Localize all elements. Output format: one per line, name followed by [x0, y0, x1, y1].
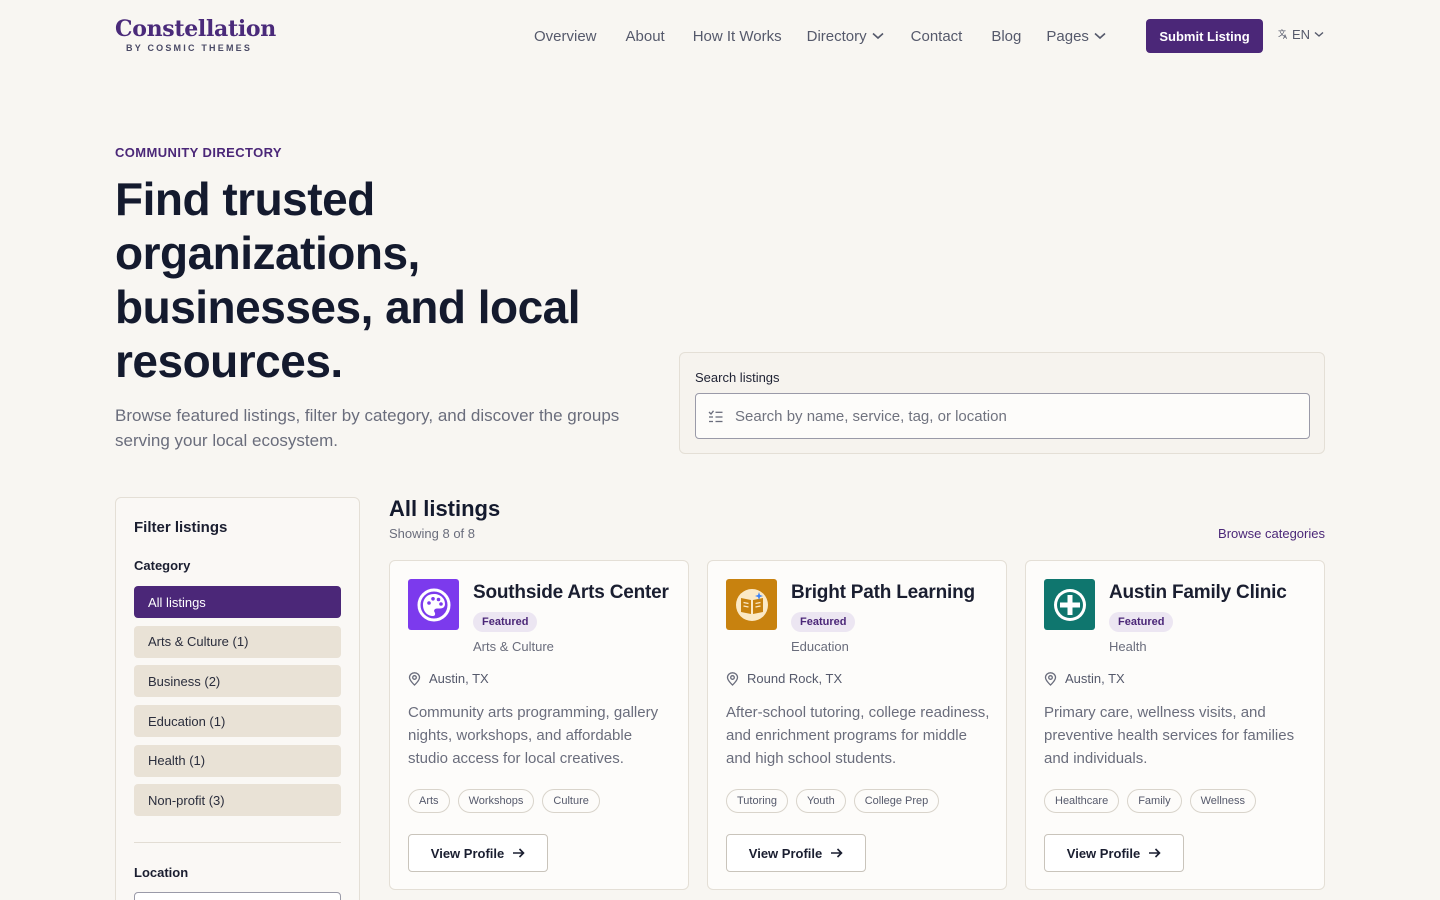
- tag-list: Healthcare Family Wellness: [1044, 789, 1264, 813]
- chevron-down-icon: [872, 32, 884, 40]
- listing-description: Community arts programming, gallery nigh…: [408, 704, 659, 767]
- listing-name[interactable]: Bright Path Learning: [791, 582, 975, 604]
- listings-count: Showing 8 of 8: [389, 526, 476, 541]
- arrow-right-icon: [831, 848, 843, 858]
- search-box[interactable]: [695, 393, 1310, 439]
- tag[interactable]: Tutoring: [726, 789, 788, 813]
- submit-listing-button[interactable]: Submit Listing: [1146, 19, 1263, 53]
- filter-sidebar: Filter listings Category All listings Ar…: [115, 497, 360, 900]
- listing-category: Arts & Culture: [473, 639, 554, 654]
- location-select[interactable]: [134, 892, 341, 900]
- category-education[interactable]: Education (1): [134, 705, 341, 738]
- map-pin-icon: [408, 671, 421, 686]
- site-header: Constellation BY COSMIC THEMES Overview …: [0, 0, 1440, 72]
- category-business[interactable]: Business (2): [134, 665, 341, 698]
- main-nav: Overview About How It Works Directory Co…: [534, 24, 1106, 48]
- listing-name[interactable]: Austin Family Clinic: [1109, 582, 1287, 604]
- nav-label: Pages: [1046, 27, 1089, 45]
- hero-title: Find trusted organizations, businesses, …: [115, 173, 581, 387]
- button-label: View Profile: [748, 845, 823, 861]
- chevron-down-icon: [1094, 32, 1106, 40]
- view-profile-button[interactable]: View Profile: [726, 834, 866, 872]
- location-text: Austin, TX: [1065, 671, 1125, 686]
- map-pin-icon: [1044, 671, 1057, 686]
- nav-item-contact[interactable]: Contact: [911, 24, 963, 48]
- list-filter-icon: [708, 409, 723, 422]
- listing-card: Austin Family Clinic Featured Health Aus…: [1025, 560, 1325, 890]
- featured-badge: Featured: [791, 612, 856, 632]
- nav-label: Directory: [806, 27, 867, 45]
- tag-list: Tutoring Youth College Prep: [726, 789, 947, 813]
- map-pin-icon: [726, 671, 739, 686]
- divider: [134, 842, 341, 843]
- tag[interactable]: Arts: [408, 789, 450, 813]
- nav-label: Blog: [991, 27, 1022, 45]
- nav-item-blog[interactable]: Blog: [991, 24, 1021, 48]
- palette-icon: [408, 579, 459, 630]
- nav-item-how-it-works[interactable]: How It Works: [693, 24, 782, 48]
- chevron-down-icon: [1314, 31, 1324, 37]
- category-list: All listings Arts & Culture (1) Business…: [134, 586, 341, 824]
- category-non-profit[interactable]: Non-profit (3): [134, 784, 341, 817]
- logo[interactable]: Constellation BY COSMIC THEMES: [115, 16, 276, 53]
- listing-location: Round Rock, TX: [726, 671, 842, 686]
- listing-description: After-school tutoring, college readiness…: [726, 704, 990, 767]
- translate-icon: 文A: [1278, 28, 1289, 41]
- category-all-listings[interactable]: All listings: [134, 586, 341, 618]
- nav-item-about[interactable]: About: [626, 24, 665, 48]
- listing-category: Health: [1109, 639, 1147, 654]
- tag[interactable]: Workshops: [457, 789, 535, 813]
- logo-subtitle: BY COSMIC THEMES: [126, 43, 253, 53]
- category-heading: Category: [134, 558, 191, 573]
- location-text: Round Rock, TX: [747, 671, 843, 686]
- view-profile-button[interactable]: View Profile: [1044, 834, 1184, 872]
- category-arts-culture[interactable]: Arts & Culture (1): [134, 625, 341, 658]
- listing-card: Southside Arts Center Featured Arts & Cu…: [389, 560, 689, 890]
- listing-card: Bright Path Learning Featured Education …: [707, 560, 1007, 890]
- nav-item-directory[interactable]: Directory: [807, 24, 884, 48]
- tag[interactable]: College Prep: [853, 789, 940, 813]
- nav-item-overview[interactable]: Overview: [534, 24, 597, 48]
- tag[interactable]: Wellness: [1189, 789, 1257, 813]
- featured-badge: Featured: [473, 612, 538, 632]
- nav-label: Overview: [534, 27, 597, 45]
- button-label: View Profile: [1066, 845, 1141, 861]
- tag[interactable]: Youth: [795, 789, 846, 813]
- hero-eyebrow: COMMUNITY DIRECTORY: [115, 145, 282, 160]
- listing-description: Primary care, wellness visits, and preve…: [1044, 704, 1295, 767]
- listing-location: Austin, TX: [408, 671, 489, 686]
- category-health[interactable]: Health (1): [134, 744, 341, 777]
- view-profile-button[interactable]: View Profile: [408, 834, 548, 872]
- listings-title: All listings: [389, 496, 501, 521]
- arrow-right-icon: [1149, 848, 1161, 858]
- book-icon: [726, 579, 777, 630]
- arrow-right-icon: [513, 848, 525, 858]
- location-heading: Location: [134, 865, 189, 880]
- nav-item-pages[interactable]: Pages: [1046, 24, 1106, 48]
- filter-title: Filter listings: [134, 519, 228, 536]
- language-selector[interactable]: 文A EN: [1278, 27, 1324, 42]
- listing-category: Education: [791, 639, 849, 654]
- listing-location: Austin, TX: [1044, 671, 1125, 686]
- nav-label: How It Works: [692, 27, 782, 45]
- location-text: Austin, TX: [429, 671, 489, 686]
- search-panel: Search listings: [679, 352, 1325, 454]
- hero-subtitle: Browse featured listings, filter by cate…: [115, 406, 620, 450]
- listing-name[interactable]: Southside Arts Center: [473, 582, 669, 604]
- tag[interactable]: Healthcare: [1044, 789, 1120, 813]
- search-input[interactable]: [735, 407, 1275, 425]
- button-label: View Profile: [430, 845, 505, 861]
- language-label: EN: [1292, 27, 1311, 42]
- tag[interactable]: Family: [1127, 789, 1182, 813]
- nav-label: Contact: [910, 27, 963, 45]
- medical-cross-icon: [1044, 579, 1095, 630]
- nav-label: About: [625, 27, 665, 45]
- svg-text:A: A: [1283, 34, 1288, 39]
- tag[interactable]: Culture: [542, 789, 600, 813]
- logo-title: Constellation: [115, 16, 276, 42]
- browse-categories-link[interactable]: Browse categories: [1218, 526, 1325, 541]
- search-label: Search listings: [695, 370, 780, 385]
- featured-badge: Featured: [1109, 612, 1174, 632]
- tag-list: Arts Workshops Culture: [408, 789, 608, 813]
